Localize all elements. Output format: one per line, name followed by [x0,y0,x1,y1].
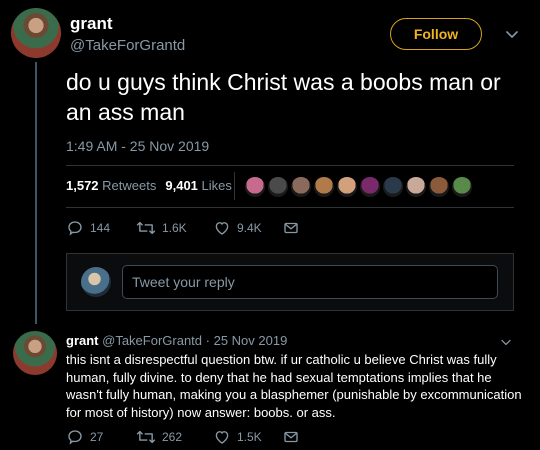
author-name[interactable]: grant [70,14,113,34]
liker-avatar[interactable] [290,176,312,198]
retweet-count: 262 [162,430,183,444]
reply-count: 144 [90,221,111,235]
tweet-timestamp[interactable]: 1:49 AM - 25 Nov 2019 [66,138,209,154]
liker-avatar[interactable] [382,176,404,198]
liker-avatar[interactable] [428,176,450,198]
like-count: 9.4K [237,221,262,235]
divider [66,207,514,208]
like-action[interactable]: 9.4K [213,219,262,237]
reply-author-name[interactable]: grant [66,333,99,348]
likes-label: Likes [201,178,232,193]
like-count: 1.5K [237,430,262,444]
liker-avatar[interactable] [336,176,358,198]
author-handle[interactable]: @TakeForGrantd [70,37,185,54]
retweets-label: Retweets [102,178,157,193]
retweet-count: 1.6K [162,221,187,235]
reply-action[interactable]: 144 [66,219,110,237]
liker-avatar[interactable] [405,176,427,198]
liker-avatar[interactable] [451,176,473,198]
liker-avatar[interactable] [267,176,289,198]
author-avatar[interactable] [11,8,61,58]
like-action[interactable]: 1.5K [213,428,262,446]
reply-icon [68,430,82,445]
current-user-avatar [81,267,111,297]
heart-icon [215,431,229,444]
reply-author-avatar[interactable] [13,331,57,375]
tweet-text: do u guys think Christ was a boobs man o… [66,69,501,125]
direct-message-action[interactable] [282,428,300,446]
likes-stat[interactable]: 9,401 Likes [165,178,232,193]
chevron-down-icon[interactable] [502,24,522,44]
retweet-icon [136,221,156,235]
reply-author-handle[interactable]: @TakeForGrantd [102,333,202,348]
direct-message-action[interactable] [282,219,300,237]
reply-icon [68,221,82,236]
liker-avatar[interactable] [244,176,266,198]
reply-header: grant @TakeForGrantd · 25 Nov 2019 [66,333,287,348]
retweet-action[interactable]: 262 [136,428,182,446]
stats-divider [234,172,235,200]
liker-avatar[interactable] [359,176,381,198]
envelope-icon [284,222,298,234]
divider [66,165,514,166]
follow-button[interactable]: Follow [390,18,482,50]
heart-icon [215,222,229,235]
reply-date[interactable]: · 25 Nov 2019 [206,333,288,348]
thread-connector-line [35,62,37,324]
retweets-count: 1,572 [66,178,99,193]
tweet-stats: 1,572 Retweets 9,401 Likes [66,178,232,193]
liker-avatar[interactable] [313,176,335,198]
reply-count: 27 [90,430,104,444]
likes-count: 9,401 [165,178,198,193]
retweets-stat[interactable]: 1,572 Retweets [66,178,156,193]
envelope-icon [284,431,298,443]
reply-action[interactable]: 27 [66,428,103,446]
reply-text: this isnt a disrespectful question btw. … [66,352,522,420]
retweet-action[interactable]: 1.6K [136,219,187,237]
reply-input[interactable]: Tweet your reply [122,265,498,299]
retweet-icon [136,430,156,444]
chevron-down-icon[interactable] [498,334,514,350]
